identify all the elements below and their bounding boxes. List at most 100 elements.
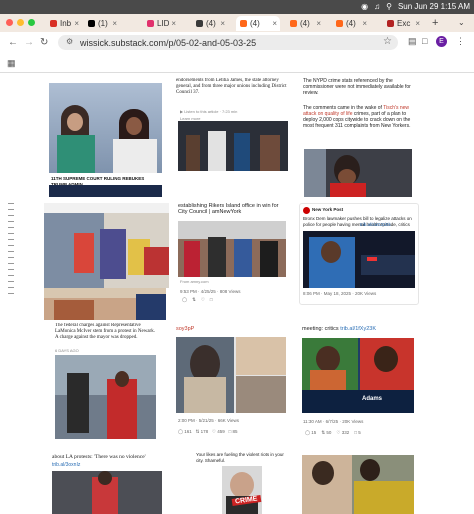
substack-icon [240,20,247,27]
macos-menubar: ◉ ♫ ⚲ Sun Jun 29 1:15 AM [0,0,474,14]
building-photo [44,288,166,320]
url-text: wissick.substack.com/p/05-02-and-05-03-2… [80,37,257,48]
instagram-icon [147,20,154,27]
like-count: 459 [217,429,225,434]
nypost-avatar [303,207,310,214]
la-protests-link[interactable]: trib.al/3oxnIz [52,462,112,468]
x-icon [88,20,95,27]
meeting-link[interactable]: trib.al/1fXy23K [340,326,376,332]
bookmark-icon[interactable]: □ [210,297,213,302]
retweet-count: 178 [200,429,209,434]
la-protests-caption: about LA protests: 'There was no violenc… [52,454,146,460]
tab-label: (4) [250,19,260,28]
mciver-caption: The federal charges against Representati… [55,323,155,340]
close-tab-icon[interactable]: × [220,19,225,28]
address-bar[interactable]: ⚙ wissick.substack.com/p/05-02-and-05-03… [58,35,398,50]
like-count: 332 [341,430,350,435]
page-icon [387,20,394,27]
bookmark-star-icon[interactable]: ☆ [383,36,392,47]
like-icon[interactable]: ♡ 332 [336,430,349,435]
retweet-icon[interactable]: ⇅ 50 [321,430,331,435]
menubar-status-area: ◉ ♫ ⚲ Sun Jun 29 1:15 AM [361,2,470,11]
site-info-icon[interactable]: ⚙ [66,37,73,46]
tab-gmail[interactable]: Inb × [46,16,82,31]
forward-arrow-icon[interactable]: → [24,37,34,48]
close-tab-icon[interactable]: × [171,19,176,28]
likes-riots-text: Your likes are fueling the violent riots… [196,452,284,463]
wifi-icon[interactable]: ◉ [361,2,368,11]
close-tab-icon[interactable]: × [415,19,420,28]
like-icon[interactable]: ♡ [201,297,205,302]
close-tab-icon[interactable]: × [112,19,117,28]
nypost-account: New York Post [312,207,344,212]
la-protests-photo [52,471,162,514]
close-tab-icon[interactable]: × [316,19,321,28]
tab-label: Inb [60,19,72,28]
substack-post-content: 11TH SUPREME COURT RULING REBUKES TRUMP … [0,73,474,514]
embedded-tweet-nypost[interactable]: New York Post Bronx Dem lawmaker pushes … [299,203,419,305]
press-conference-photo [304,149,412,197]
close-tab-icon[interactable]: × [362,19,367,28]
tweet-actions: ◯ ⇅ ♡ □ [182,297,213,303]
rikers-headline[interactable]: establishing Rikers Island office in win… [178,203,288,217]
profile-avatar[interactable]: E [436,36,447,47]
zoom-window-icon[interactable] [28,19,35,26]
tab-search-chevron-icon[interactable]: ⌄ [458,18,465,27]
volume-icon[interactable]: ♫ [374,2,380,11]
listen-article[interactable]: ▶ Listen to this article · 7:23 min [180,109,260,115]
close-tab-icon[interactable]: × [74,19,79,28]
minimize-window-icon[interactable] [17,19,24,26]
cast-icon[interactable]: ▤ [408,36,417,47]
candidates-photo [178,121,288,171]
retweet-icon[interactable]: ⇅ 178 [196,429,209,434]
bookmark-icon[interactable]: □ 5 [354,430,360,435]
retweet-count: 50 [326,430,332,435]
back-arrow-icon[interactable]: ← [8,37,18,48]
retweet-icon[interactable]: ⇅ [192,297,196,302]
substack-icon [290,20,297,27]
tab-x[interactable]: (1) × [84,16,120,31]
crime-collage [302,455,414,514]
bookmarks-bar: ▦ [0,54,474,73]
new-tab-icon[interactable]: + [432,17,438,29]
tab-4a[interactable]: (4) × [192,16,228,31]
extensions-icon[interactable]: □ [422,36,427,46]
tab-substack-active[interactable]: (4) × [236,16,280,31]
search-icon[interactable]: ⚲ [386,2,392,11]
tab-label: (4) [300,19,310,28]
reply-icon[interactable]: ◯ 161 [178,429,192,434]
bookmark-icon[interactable]: □ 85 [228,429,237,434]
tweet-handle[interactable]: soy3pP [176,326,236,332]
nypd-stats-text: The NYPD crime stats referenced by the c… [303,78,411,96]
mciver-photo [55,355,156,439]
tab-substack-3[interactable]: (4) × [332,16,370,31]
meeting-text: meeting: critics [302,326,341,332]
like-icon[interactable]: ♡ 459 [212,429,225,434]
listen-label: Listen to this article · 7:23 min [184,109,238,114]
tweet-actions-3: ◯ 15 ⇅ 50 ♡ 332 □ 5 [305,430,415,436]
tab-label: Exc [397,19,411,28]
tweet-meta-2: 2:00 PM · 5/21/25 · 66K Views [178,418,239,423]
close-tab-icon[interactable]: × [272,19,277,28]
more-menu-icon[interactable]: ⋮ [456,36,465,47]
menubar-clock[interactable]: Sun Jun 29 1:15 AM [398,2,470,11]
close-window-icon[interactable] [6,19,13,26]
tab-exc[interactable]: Exc × [383,16,423,31]
meeting-critics-text: meeting: critics trib.al/1fXy23K [302,326,414,332]
reload-icon[interactable]: ↻ [40,37,48,48]
reply-icon[interactable]: ◯ 15 [305,430,316,435]
tweet-meta: 9:53 PM · 4/25/25 · 808 Views [180,289,241,294]
substack-icon [336,20,343,27]
endorsement-text: endorsements from Letitia James, the sta… [176,78,287,95]
reply-count: 161 [184,429,192,434]
omar-photo-grid [176,337,286,413]
tab-substack-2[interactable]: (4) × [286,16,324,31]
browser-tab-bar: Inb × (1) × LID × (4) × (4) × (4) × (4) … [0,14,474,32]
reply-count: 15 [311,430,317,435]
tab-instagram[interactable]: LID × [143,16,179,31]
apps-grid-icon[interactable]: ▦ [7,58,16,69]
nypost-link[interactable]: trib.al/zaG31Ek [360,222,410,228]
tab-label: (4) [206,19,216,28]
reply-icon[interactable]: ◯ [182,297,187,302]
tab-label: (1) [98,19,108,28]
